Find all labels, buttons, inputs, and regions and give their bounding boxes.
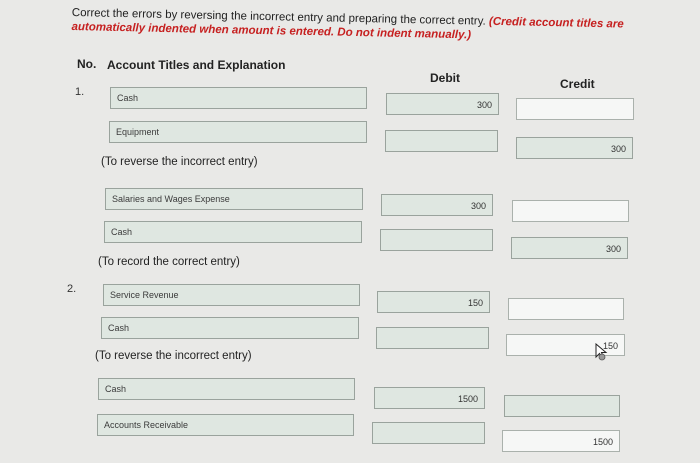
account-title-input[interactable]: Cash [104,221,362,243]
entry-number: 1. [75,86,85,98]
account-title-input[interactable]: Cash [110,87,367,109]
debit-input[interactable]: 300 [381,194,493,216]
debit-input[interactable]: 150 [377,291,490,313]
account-title-input[interactable]: Service Revenue [103,284,360,306]
instructions: Correct the errors by reversing the inco… [71,6,691,47]
col-header-account: Account Titles and Explanation [107,58,286,72]
credit-input[interactable]: 1500 [502,430,620,452]
credit-input[interactable]: 300 [516,137,633,159]
account-title-input[interactable]: Cash [98,378,355,400]
entry-explanation: (To reverse the incorrect entry) [95,350,252,362]
account-title-input[interactable]: Salaries and Wages Expense [105,188,363,210]
debit-input[interactable] [372,422,485,444]
col-header-no: No. [77,57,97,71]
account-title-input[interactable]: Cash [101,317,359,339]
debit-input[interactable]: 1500 [374,387,485,409]
col-header-debit: Debit [430,71,460,85]
debit-input[interactable] [380,229,493,251]
credit-input[interactable] [512,200,629,222]
mouse-pointer-icon [595,343,608,361]
credit-input[interactable] [508,298,624,320]
account-title-input[interactable]: Equipment [109,121,367,143]
entry-explanation: (To record the correct entry) [98,256,240,268]
col-header-credit: Credit [560,77,595,91]
account-title-input[interactable]: Accounts Receivable [97,414,354,436]
entry-explanation: (To reverse the incorrect entry) [101,156,258,168]
debit-input[interactable] [385,130,498,152]
credit-input[interactable] [504,395,620,417]
entry-number: 2. [67,283,77,295]
debit-input[interactable]: 300 [386,93,499,115]
credit-input[interactable] [516,98,634,120]
debit-input[interactable] [376,327,489,349]
credit-input[interactable]: 300 [511,237,628,259]
